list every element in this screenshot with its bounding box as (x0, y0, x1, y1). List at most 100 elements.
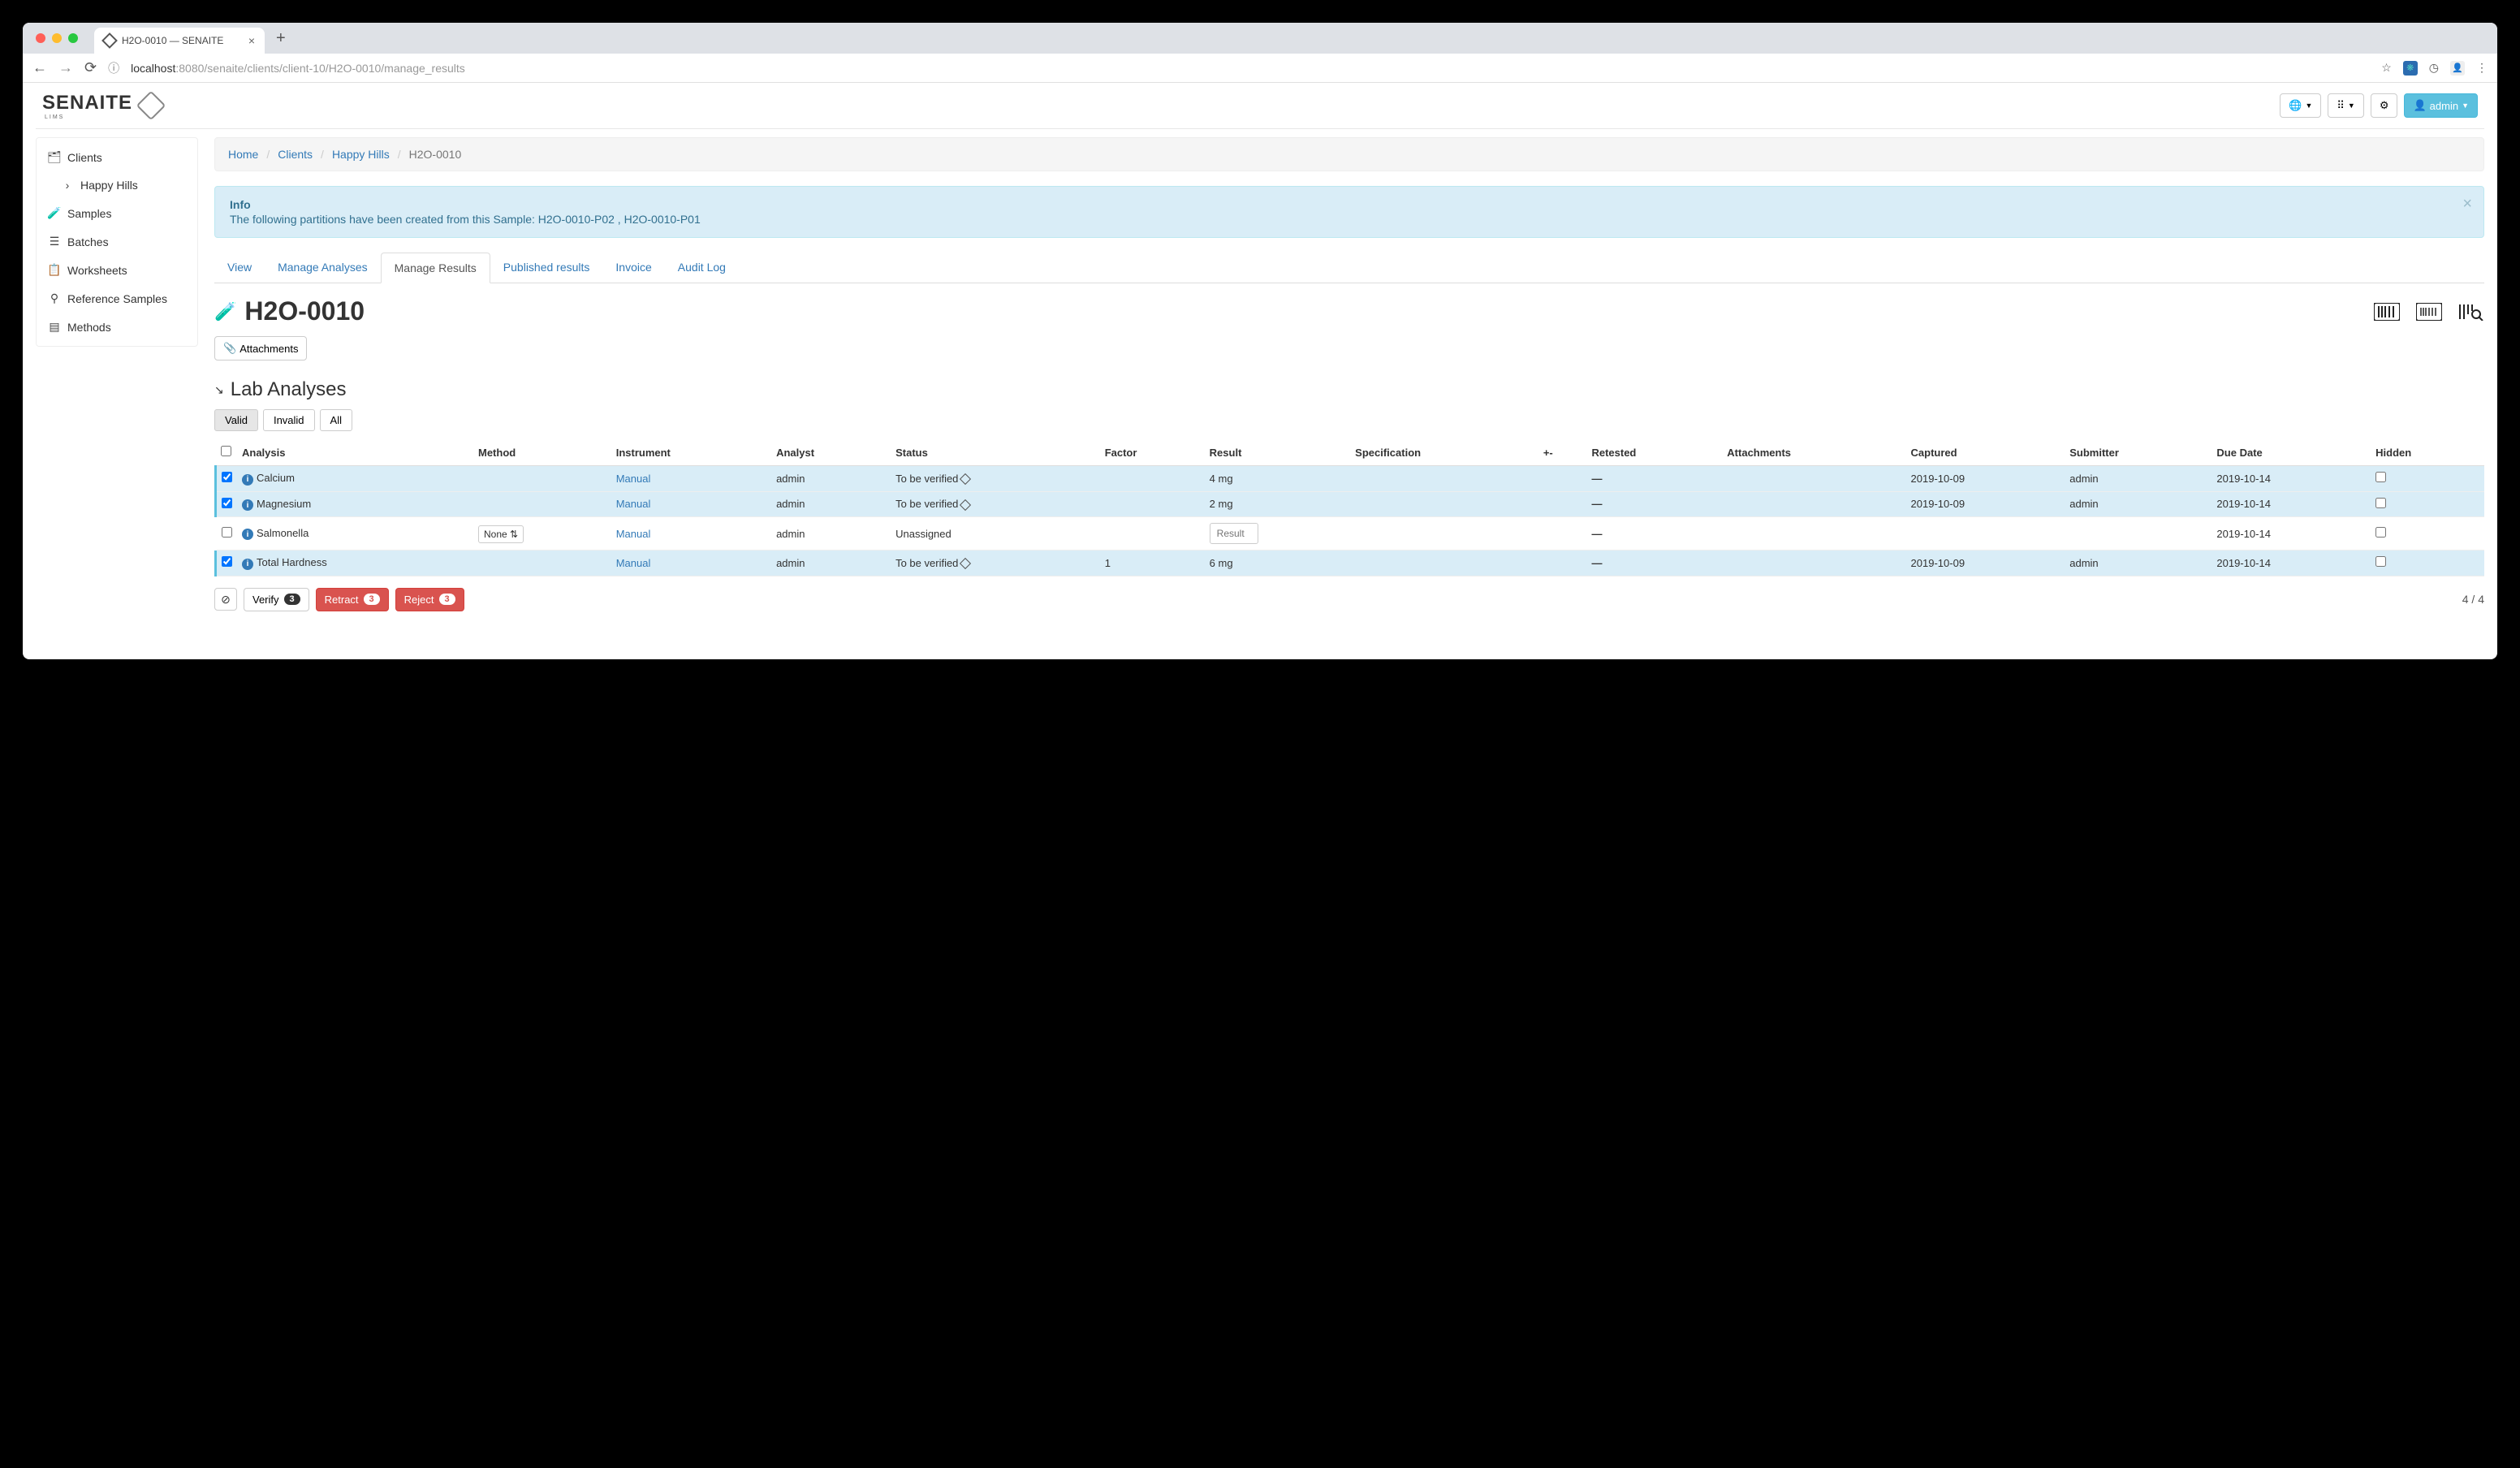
logo[interactable]: SENAITE LIMS (42, 92, 162, 120)
hidden-checkbox[interactable] (2375, 498, 2386, 508)
instrument-link[interactable]: Manual (616, 528, 651, 540)
reject-button[interactable]: Reject3 (395, 588, 464, 611)
due-date-cell: 2019-10-14 (2211, 491, 2371, 517)
row-checkbox[interactable] (222, 556, 232, 567)
column-header: Factor (1100, 439, 1205, 466)
close-tab-icon[interactable]: × (248, 34, 255, 47)
uncertainty-cell (1538, 491, 1587, 517)
factor-cell (1100, 466, 1205, 492)
analysis-name: Salmonella (257, 527, 309, 539)
sidebar-item-reference-samples[interactable]: ⚲Reference Samples (37, 284, 197, 313)
user-menu-button[interactable]: 👤 admin ▼ (2404, 93, 2478, 118)
result-cell: 4 mg (1205, 466, 1351, 492)
tab-published-results[interactable]: Published results (490, 253, 603, 283)
due-date-cell: 2019-10-14 (2211, 517, 2371, 550)
row-checkbox[interactable] (222, 498, 232, 508)
tab-manage-results[interactable]: Manage Results (381, 253, 490, 283)
verify-button[interactable]: Verify3 (244, 588, 309, 611)
filter-invalid[interactable]: Invalid (263, 409, 315, 431)
sidebar-item-samples[interactable]: 🧪Samples (37, 199, 197, 227)
instrument-link[interactable]: Manual (616, 498, 651, 510)
logo-icon (136, 91, 166, 121)
tab-manage-analyses[interactable]: Manage Analyses (265, 253, 381, 283)
close-window-icon[interactable] (36, 33, 45, 43)
sidebar-item-happy-hills[interactable]: ›Happy Hills (37, 171, 197, 199)
info-alert: Info The following partitions have been … (214, 186, 2484, 238)
minimize-window-icon[interactable] (52, 33, 62, 43)
row-checkbox[interactable] (222, 527, 232, 538)
back-button[interactable]: ← (32, 59, 47, 76)
sidebar-item-batches[interactable]: ☰Batches (37, 227, 197, 256)
instrument-link[interactable]: Manual (616, 473, 651, 485)
barcode-large-icon[interactable] (2374, 303, 2400, 321)
breadcrumb-clients[interactable]: Clients (278, 148, 313, 161)
captured-cell: 2019-10-09 (1906, 466, 2065, 492)
status-cell: Unassigned (891, 517, 1100, 550)
browser-tab[interactable]: H2O-0010 — SENAITE × (94, 28, 265, 54)
profile-icon[interactable]: 👤 (2450, 61, 2465, 76)
breadcrumb-client[interactable]: Happy Hills (332, 148, 390, 161)
barcode-small-icon[interactable] (2416, 303, 2442, 321)
factor-cell: 1 (1100, 550, 1205, 576)
attachments-cell (1722, 517, 1905, 550)
due-date-cell: 2019-10-14 (2211, 466, 2371, 492)
select-all-checkbox[interactable] (221, 446, 231, 456)
breadcrumb: Home/ Clients/ Happy Hills/ H2O-0010 (214, 137, 2484, 171)
method-select[interactable]: None ⇅ (478, 525, 524, 543)
analyses-table: AnalysisMethodInstrumentAnalystStatusFac… (214, 439, 2484, 576)
menu-icon[interactable]: ⋮ (2476, 61, 2488, 75)
column-header: Hidden (2371, 439, 2484, 466)
sidebar-item-methods[interactable]: ▤Methods (37, 313, 197, 341)
address-bar[interactable]: localhost:8080/senaite/clients/client-10… (131, 62, 2370, 75)
info-icon[interactable]: i (242, 559, 253, 570)
maximize-window-icon[interactable] (68, 33, 78, 43)
hidden-checkbox[interactable] (2375, 472, 2386, 482)
info-icon[interactable]: i (242, 499, 253, 511)
sidebar-item-clients[interactable]: 🗂Clients (37, 143, 197, 171)
language-button[interactable]: 🌐 ▼ (2280, 93, 2321, 118)
clear-selection-button[interactable]: ⊘ (214, 588, 237, 611)
breadcrumb-home[interactable]: Home (228, 148, 258, 161)
app-header: SENAITE LIMS 🌐 ▼ ⠿ ▼ ⚙ 👤 admin ▼ (23, 83, 2497, 128)
hidden-checkbox[interactable] (2375, 527, 2386, 538)
method-cell (473, 491, 611, 517)
row-checkbox[interactable] (222, 472, 232, 482)
submitter-cell (2065, 517, 2211, 550)
close-alert-icon[interactable]: × (2462, 195, 2472, 214)
sidebar-item-worksheets[interactable]: 📋Worksheets (37, 256, 197, 284)
tab-view[interactable]: View (214, 253, 265, 283)
analysis-name: Calcium (257, 472, 295, 484)
barcode-search-icon[interactable] (2458, 303, 2484, 321)
info-icon[interactable]: i (242, 529, 253, 540)
extension-icon[interactable]: ◷ (2429, 61, 2439, 75)
column-header: Analysis (237, 439, 473, 466)
column-header: Specification (1350, 439, 1538, 466)
attachments-button[interactable]: 📎 Attachments (214, 336, 307, 361)
star-icon[interactable]: ☆ (2381, 61, 2392, 75)
specification-cell (1350, 466, 1538, 492)
settings-button[interactable]: ⚙ (2371, 93, 2398, 118)
column-header: Retested (1586, 439, 1722, 466)
status-cell: To be verified (891, 466, 1100, 492)
instrument-link[interactable]: Manual (616, 557, 651, 569)
due-date-cell: 2019-10-14 (2211, 550, 2371, 576)
hidden-checkbox[interactable] (2375, 556, 2386, 567)
filter-valid[interactable]: Valid (214, 409, 258, 431)
forward-button[interactable]: → (58, 59, 73, 76)
tab-invoice[interactable]: Invoice (602, 253, 664, 283)
clipboard-icon: 📋 (48, 263, 61, 277)
filter-buttons: ValidInvalidAll (214, 409, 2484, 431)
result-input[interactable] (1210, 523, 1258, 544)
filter-all[interactable]: All (320, 409, 352, 431)
info-icon[interactable]: i (242, 474, 253, 486)
analyst-cell: admin (771, 550, 891, 576)
breadcrumb-current: H2O-0010 (409, 148, 462, 161)
tab-audit-log[interactable]: Audit Log (665, 253, 739, 283)
new-tab-button[interactable]: + (265, 29, 297, 48)
site-info-icon[interactable]: ⓘ (108, 60, 119, 76)
extension-icon[interactable]: ❋ (2403, 61, 2418, 76)
retract-button[interactable]: Retract3 (316, 588, 389, 611)
apps-button[interactable]: ⠿ ▼ (2328, 93, 2363, 118)
reload-button[interactable]: ⟳ (84, 59, 97, 76)
diamond-icon (960, 499, 971, 511)
